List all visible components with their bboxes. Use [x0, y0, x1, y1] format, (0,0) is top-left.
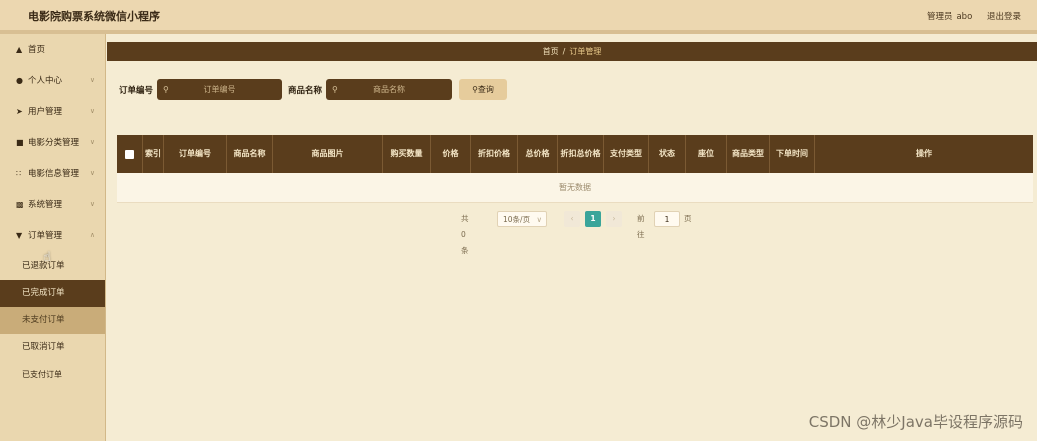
- column-header: 价格: [431, 135, 471, 173]
- next-page-button[interactable]: ›: [606, 211, 622, 227]
- hand-cursor-icon: ☝: [43, 250, 51, 265]
- breadcrumb-separator: /: [562, 47, 566, 56]
- sidebar-subitem-refunded-orders[interactable]: 已退款订单: [0, 253, 105, 280]
- product-name-placeholder: 商品名称: [373, 85, 405, 94]
- query-button[interactable]: ⚲查询: [459, 79, 507, 100]
- column-header: 商品类型: [727, 135, 770, 173]
- chevron-down-icon: ∨: [89, 107, 95, 115]
- select-all-checkbox-cell[interactable]: [117, 135, 143, 173]
- sidebar-item-movie-category[interactable]: ■ 电影分类管理 ∨: [0, 127, 105, 158]
- home-icon: ▲: [16, 45, 23, 54]
- role-label: 管理员: [926, 12, 953, 22]
- column-header: 支付类型: [604, 135, 649, 173]
- order-no-input[interactable]: ⚲ 订单编号: [157, 79, 282, 100]
- query-button-label: 查询: [477, 85, 494, 94]
- sidebar-item-label: 订单管理: [28, 231, 63, 241]
- sidebar-subitem-completed-orders[interactable]: 已完成订单: [0, 280, 105, 307]
- column-header: 购买数量: [383, 135, 431, 173]
- breadcrumb-current: 订单管理: [569, 47, 602, 56]
- page-number-current[interactable]: 1: [585, 211, 601, 227]
- app-title: 电影院购票系统微信小程序: [28, 10, 160, 23]
- column-header: 折扣价格: [471, 135, 518, 173]
- table-header: 索引 订单编号 商品名称 商品图片 购买数量 价格 折扣价格 总价格 折扣总价格…: [117, 135, 1033, 173]
- goto-page-input[interactable]: 1: [654, 211, 680, 227]
- sidebar-item-profile[interactable]: ● 个人中心 ∨: [0, 65, 105, 96]
- orders-table: 索引 订单编号 商品名称 商品图片 购买数量 价格 折扣价格 总价格 折扣总价格…: [117, 135, 1033, 203]
- cup-icon: ▼: [16, 231, 23, 240]
- order-no-placeholder: 订单编号: [203, 85, 236, 94]
- column-header: 下单时间: [770, 135, 815, 173]
- sidebar-item-label: 系统管理: [28, 200, 63, 210]
- sidebar-item-label: 首页: [28, 45, 46, 55]
- chevron-down-icon: ∨: [89, 76, 95, 84]
- user-area: 管理员 abo 退出登录: [917, 10, 1021, 22]
- send-icon: ➤: [16, 107, 23, 116]
- sidebar-item-label: 电影信息管理: [28, 169, 80, 179]
- top-header: 电影院购票系统微信小程序 管理员 abo 退出登录: [0, 0, 1037, 31]
- product-name-input[interactable]: ⚲ 商品名称: [326, 79, 452, 100]
- sidebar-subitem-paid-orders[interactable]: 已支付订单: [0, 361, 105, 388]
- column-header: 座位: [686, 135, 727, 173]
- column-header: 折扣总价格: [558, 135, 604, 173]
- breadcrumb: 首页 / 订单管理: [107, 42, 1037, 61]
- sidebar-subitem-unpaid-orders[interactable]: 未支付订单: [0, 307, 105, 334]
- chevron-down-icon: ∨: [89, 138, 95, 146]
- sidebar-item-orders[interactable]: ▼ 订单管理 ∧: [0, 220, 105, 251]
- chart-icon: ▩: [16, 200, 24, 209]
- select-all-checkbox[interactable]: [125, 149, 134, 159]
- sidebar-item-users[interactable]: ➤ 用户管理 ∨: [0, 96, 105, 127]
- chevron-down-icon: ∨: [89, 200, 95, 208]
- grid-icon: ∷: [16, 169, 22, 178]
- breadcrumb-home[interactable]: 首页: [543, 47, 559, 56]
- page-size-select[interactable]: 10条/页 ∨: [497, 211, 547, 227]
- goto-label: 前往: [637, 214, 645, 239]
- prev-page-button[interactable]: ‹: [564, 211, 580, 227]
- empty-state: 暂无数据: [117, 173, 1033, 203]
- column-header: 索引: [143, 135, 164, 173]
- chevron-up-icon: ∧: [89, 231, 95, 239]
- sidebar-item-label: 电影分类管理: [28, 138, 80, 148]
- sidebar-item-home[interactable]: ▲ 首页: [0, 34, 105, 65]
- chevron-down-icon: ∨: [89, 169, 95, 177]
- page-size-value: 10条/页: [503, 215, 531, 224]
- page-suffix: 页: [684, 214, 692, 223]
- sidebar-item-movie-info[interactable]: ∷ 电影信息管理 ∨: [0, 158, 105, 189]
- list-icon: ■: [16, 138, 24, 147]
- sidebar: ▲ 首页 ● 个人中心 ∨ ➤ 用户管理 ∨ ■ 电影分类管理 ∨ ∷ 电影信息管理 ∨ …: [0, 34, 106, 441]
- column-header: 订单编号: [164, 135, 227, 173]
- username: abo: [956, 12, 973, 22]
- logout-button[interactable]: 退出登录: [987, 12, 1021, 22]
- order-no-label: 订单编号: [119, 86, 154, 96]
- watermark: CSDN @林少Java毕设程序源码: [808, 413, 1023, 431]
- column-header: 商品名称: [227, 135, 273, 173]
- column-header: 操作: [916, 149, 932, 158]
- sidebar-item-label: 个人中心: [28, 76, 63, 86]
- column-header: 状态: [649, 135, 686, 173]
- sidebar-item-system[interactable]: ▩ 系统管理 ∨: [0, 189, 105, 220]
- chevron-down-icon: ∨: [536, 215, 543, 224]
- total-count: 共 0 条: [461, 214, 469, 255]
- user-icon: ●: [16, 76, 23, 85]
- column-header: 总价格: [518, 135, 558, 173]
- sidebar-subitem-cancelled-orders[interactable]: 已取消订单: [0, 334, 105, 361]
- product-name-label: 商品名称: [288, 86, 323, 96]
- sidebar-item-label: 用户管理: [28, 107, 63, 117]
- main-content: 首页 / 订单管理 订单编号 ⚲ 订单编号 商品名称 ⚲ 商品名称 ⚲查询 索引 订…: [106, 34, 1037, 441]
- column-header: 商品图片: [273, 135, 383, 173]
